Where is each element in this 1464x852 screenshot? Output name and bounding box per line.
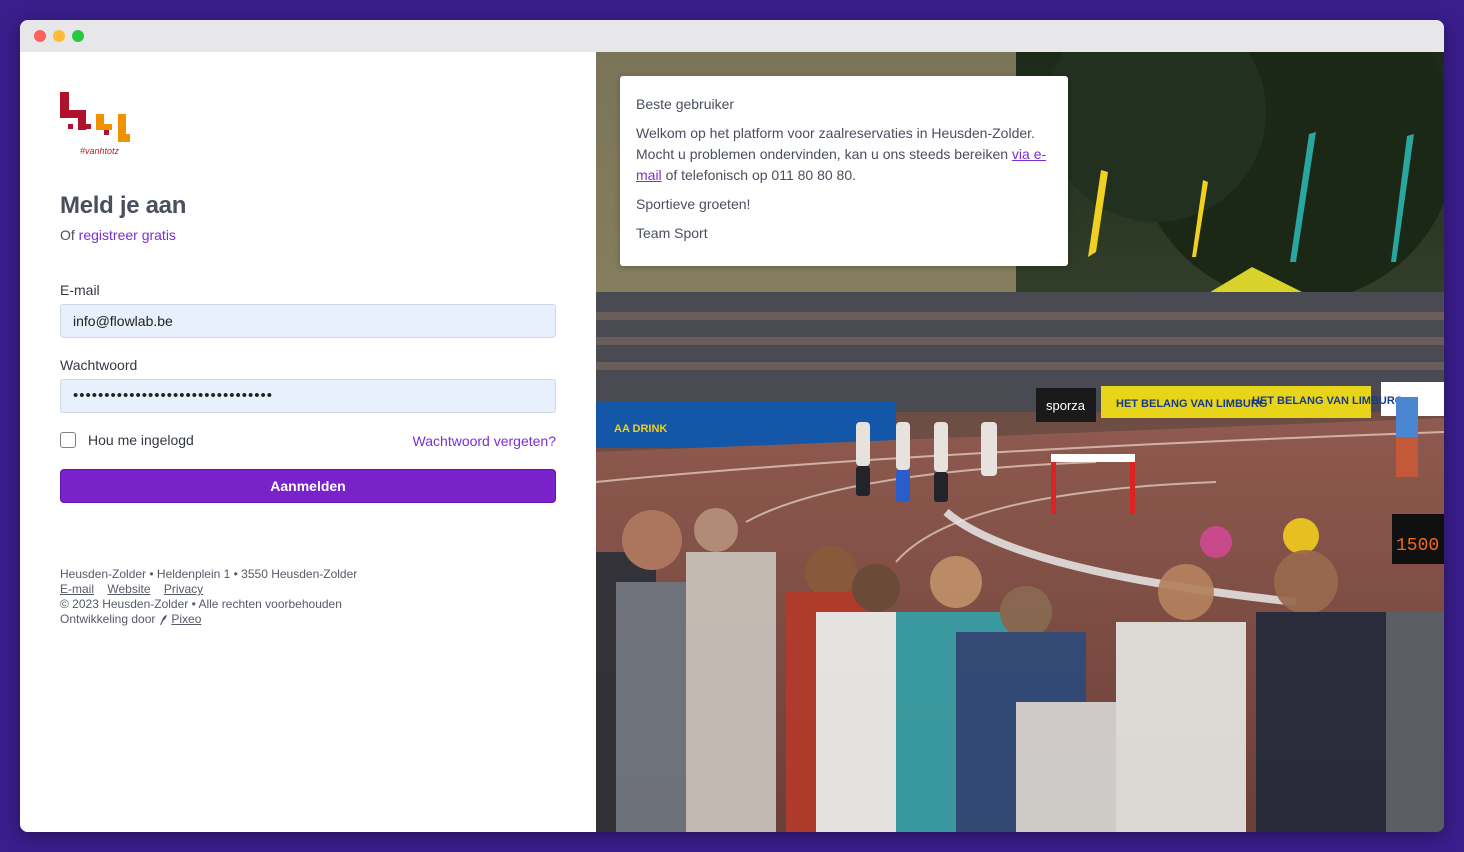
developer-prefix: Ontwikkeling door: [60, 612, 156, 626]
password-label: Wachtwoord: [60, 357, 138, 373]
banner-text-2: HET BELANG VAN LIMBURG: [1252, 395, 1403, 407]
aa-drink-board: AA DRINK: [614, 423, 667, 435]
window-titlebar: [20, 20, 1444, 52]
email-input[interactable]: info@flowlab.be: [60, 304, 556, 338]
notice-body: Welkom op het platform voor zaalreservat…: [636, 123, 1052, 186]
footer-copyright: © 2023 Heusden-Zolder • Alle rechten voo…: [60, 597, 342, 611]
notice-body-text-1: Welkom op het platform voor zaalreservat…: [636, 125, 1035, 162]
pixeo-link[interactable]: Pixeo: [171, 612, 201, 627]
logo-tagline: #vanhtotz: [80, 146, 120, 156]
pixeo-leaf-icon: [160, 614, 168, 625]
footer-website-link[interactable]: Website: [107, 582, 150, 596]
hero-photo-panel: sporza HET BELANG VAN LIMBURG HET BELANG…: [596, 52, 1444, 832]
footer-address: Heusden-Zolder • Heldenplein 1 • 3550 He…: [60, 567, 358, 581]
remember-me-checkbox[interactable]: [60, 432, 76, 448]
footer-email-link[interactable]: E-mail: [60, 582, 94, 596]
minimize-window-button[interactable]: [53, 30, 65, 42]
page-footer: Heusden-Zolder • Heldenplein 1 • 3550 He…: [60, 567, 357, 627]
login-button[interactable]: Aanmelden: [60, 469, 556, 503]
remember-me-row: Hou me ingelogd: [60, 432, 194, 448]
browser-window: #vanhtotz Meld je aan Of registreer grat…: [20, 20, 1444, 832]
banner-text-1: HET BELANG VAN LIMBURG: [1116, 398, 1267, 410]
page-title: Meld je aan: [60, 192, 187, 219]
footer-developer: Ontwikkeling door Pixeo: [60, 612, 201, 627]
notice-body-text-2: of telefonisch op 011 80 80 80.: [665, 167, 857, 183]
heusden-zolder-logo[interactable]: #vanhtotz: [60, 92, 132, 158]
footer-privacy-link[interactable]: Privacy: [164, 582, 203, 596]
close-window-button[interactable]: [34, 30, 46, 42]
scoreboard-display: 1500: [1396, 536, 1439, 556]
register-prompt: Of registreer gratis: [60, 227, 176, 243]
maximize-window-button[interactable]: [72, 30, 84, 42]
logo-mark-icon: [60, 92, 130, 142]
notice-closing: Sportieve groeten!: [636, 196, 751, 212]
password-input[interactable]: ••••••••••••••••••••••••••••••••: [60, 379, 556, 413]
register-link[interactable]: registreer gratis: [79, 227, 176, 243]
notice-greeting: Beste gebruiker: [636, 96, 735, 112]
sporza-board: sporza: [1046, 398, 1086, 413]
login-panel: #vanhtotz Meld je aan Of registreer grat…: [20, 52, 596, 832]
welcome-notice-card: Beste gebruiker Welkom op het platform v…: [620, 76, 1068, 266]
forgot-password-link[interactable]: Wachtwoord vergeten?: [413, 433, 556, 449]
email-label: E-mail: [60, 282, 100, 298]
remember-me-label[interactable]: Hou me ingelogd: [88, 432, 194, 448]
register-prefix: Of: [60, 227, 75, 243]
notice-signature: Team Sport: [636, 225, 708, 241]
footer-links: E-mail Website Privacy: [60, 582, 357, 597]
